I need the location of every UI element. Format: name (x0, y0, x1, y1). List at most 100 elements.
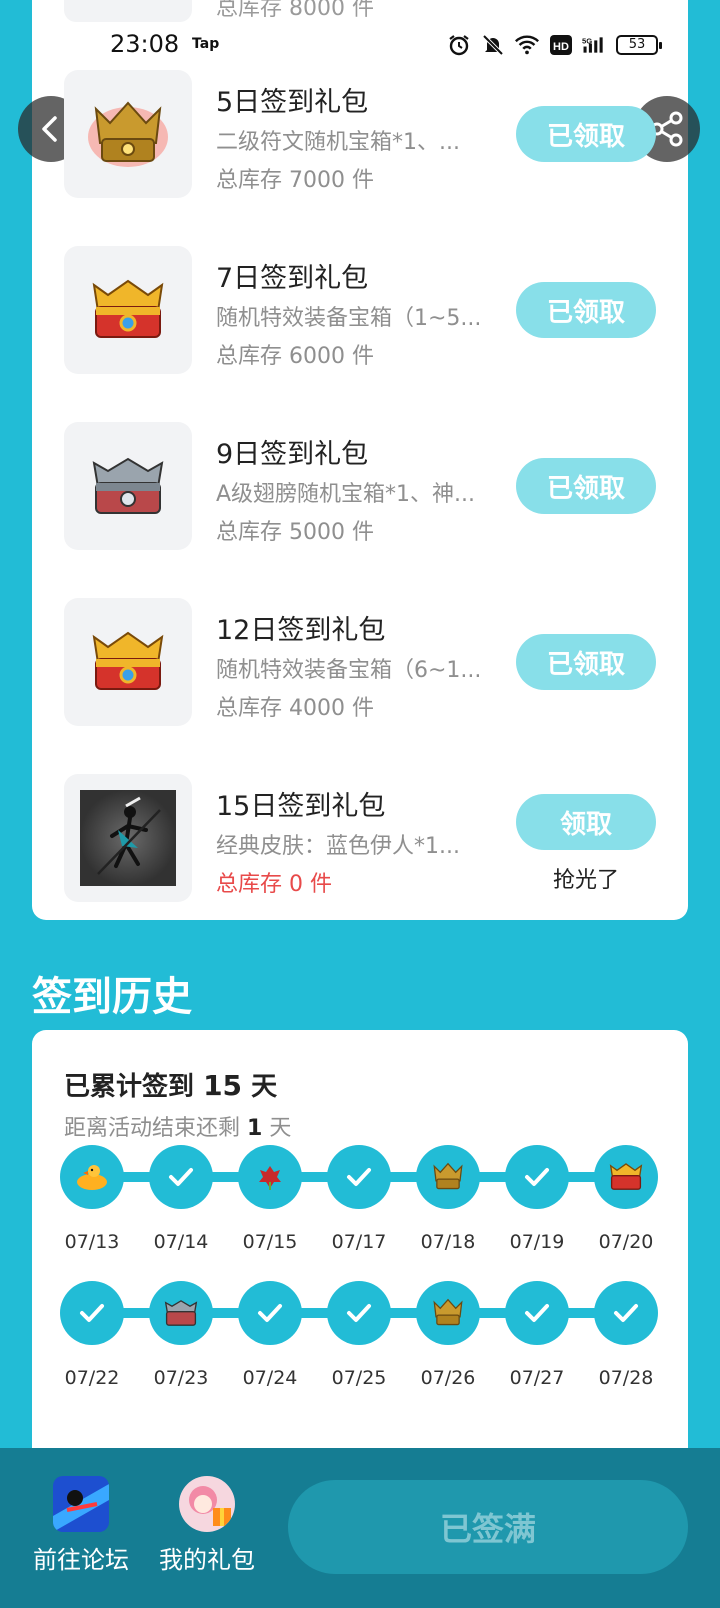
gift-stock: 总库存 7000 件 (216, 168, 374, 193)
stickman-skin-icon (80, 790, 176, 886)
day-marker (505, 1145, 569, 1209)
golden-crown-chest-icon (433, 1162, 463, 1190)
day-marker (60, 1145, 124, 1209)
day-date: 07/26 (420, 1367, 476, 1389)
day-marker (327, 1145, 391, 1209)
gift-stock: 总库存 5000 件 (216, 520, 374, 545)
gift-thumbnail (64, 598, 192, 726)
day-date: 07/27 (509, 1367, 565, 1389)
claimed-button[interactable]: 已领取 (516, 106, 656, 162)
history-day: 07/15 (238, 1145, 302, 1253)
day-date: 07/25 (331, 1367, 387, 1389)
day-date: 07/20 (598, 1231, 654, 1253)
day-date: 07/23 (153, 1367, 209, 1389)
total-suffix: 天 (251, 1072, 278, 1102)
gift-description: 二级符文随机宝箱*1、... (216, 130, 460, 155)
history-day: 07/22 (60, 1281, 124, 1389)
red-gold-chest-icon (92, 631, 164, 690)
status-time: 23:08 (110, 30, 180, 58)
silver-chest-icon (164, 1300, 198, 1326)
history-day: 07/17 (327, 1145, 391, 1253)
gift-description: A级翅膀随机宝箱*1、神... (216, 482, 476, 507)
gift-title: 9日签到礼包 (216, 439, 369, 470)
day-marker (149, 1281, 213, 1345)
gift-stock: 总库存 0 件 (216, 872, 332, 897)
svg-text:HD: HD (553, 41, 569, 53)
check-icon (347, 1304, 371, 1322)
gift-thumbnail (64, 246, 192, 374)
gift-stock: 总库存 8000 件 (216, 0, 374, 21)
forum-label: 前往论坛 (33, 1546, 129, 1574)
history-day: 07/24 (238, 1281, 302, 1389)
day-date: 07/24 (242, 1367, 298, 1389)
day-date: 07/28 (598, 1367, 654, 1389)
gift-description: 随机特效装备宝箱（1~5... (216, 306, 482, 331)
signed-full-button[interactable]: 已签满 (288, 1480, 688, 1574)
check-icon (258, 1304, 282, 1322)
tap-badge: Tap (192, 36, 220, 52)
remain-suffix: 天 (269, 1116, 292, 1141)
forum-button[interactable]: 前往论坛 (26, 1476, 136, 1575)
bottom-action-bar: 前往论坛 我的礼包 已签满 (0, 1448, 720, 1608)
day-marker (238, 1281, 302, 1345)
day-date: 07/13 (64, 1231, 120, 1253)
hd-icon: HD (548, 32, 574, 58)
silver-chest-icon (92, 457, 164, 514)
claimed-button[interactable]: 已领取 (516, 282, 656, 338)
day-date: 07/15 (242, 1231, 298, 1253)
gift-stock: 总库存 4000 件 (216, 696, 374, 721)
gift-thumbnail (64, 0, 192, 22)
gift-row: 12日签到礼包 随机特效装备宝箱（6~1... 总库存 4000 件 已领取 (64, 598, 664, 726)
day-marker (60, 1281, 124, 1345)
day-date: 07/19 (509, 1231, 565, 1253)
days-remaining: 距离活动结束还剩 1 天 (64, 1110, 291, 1142)
gift-row: 9日签到礼包 A级翅膀随机宝箱*1、神... 总库存 5000 件 已领取 (64, 422, 664, 550)
day-marker (416, 1145, 480, 1209)
my-gifts-button[interactable]: 我的礼包 (152, 1476, 262, 1575)
gift-title: 7日签到礼包 (216, 263, 369, 294)
day-date: 07/17 (331, 1231, 387, 1253)
check-icon (169, 1168, 193, 1186)
day-marker (149, 1145, 213, 1209)
gift-thumbnail (64, 70, 192, 198)
gift-description: 经典皮肤：蓝色伊人*1... (216, 834, 460, 859)
back-arrow-icon (42, 116, 57, 142)
golden-crown-chest-icon (88, 101, 168, 167)
claimed-button[interactable]: 已领取 (516, 458, 656, 514)
history-day: 07/14 (149, 1145, 213, 1253)
day-date: 07/18 (420, 1231, 476, 1253)
check-icon (525, 1168, 549, 1186)
red-gold-chest-icon (92, 279, 164, 338)
total-days: 15 (203, 1069, 243, 1102)
game-app-icon (53, 1476, 109, 1532)
gift-thumbnail (64, 774, 192, 902)
gift-title: 15日签到礼包 (216, 791, 386, 822)
remain-days: 1 (247, 1116, 263, 1141)
sold-out-label: 抢光了 (552, 868, 619, 893)
golden-crown-chest-icon (433, 1298, 463, 1326)
day-marker (416, 1281, 480, 1345)
gift-thumbnail (64, 422, 192, 550)
history-day: 07/23 (149, 1281, 213, 1389)
status-icons: HD 5G 53 (446, 32, 662, 58)
gift-row: 7日签到礼包 随机特效装备宝箱（1~5... 总库存 6000 件 已领取 (64, 246, 664, 374)
claimed-button[interactable]: 已领取 (516, 634, 656, 690)
day-marker (594, 1281, 658, 1345)
gift-title: 5日签到礼包 (216, 87, 369, 118)
gift-stock: 总库存 6000 件 (216, 344, 374, 369)
gift-title: 12日签到礼包 (216, 615, 386, 646)
day-date: 07/22 (64, 1367, 120, 1389)
history-day: 07/28 (594, 1281, 658, 1389)
check-icon (525, 1304, 549, 1322)
claim-button[interactable]: 领取 (516, 794, 656, 850)
gift-row: 5日签到礼包 二级符文随机宝箱*1、... 总库存 7000 件 已领取 (64, 70, 664, 198)
history-day: 07/26 (416, 1281, 480, 1389)
alarm-icon (446, 32, 472, 58)
day-marker (327, 1281, 391, 1345)
total-checkins: 已累计签到 15 天 (64, 1066, 277, 1103)
battery-icon: 53 (616, 35, 662, 55)
gift-row: 15日签到礼包 经典皮肤：蓝色伊人*1... 总库存 0 件 领取 抢光了 (64, 774, 664, 902)
mute-icon (480, 32, 506, 58)
day-marker (238, 1145, 302, 1209)
history-day: 07/20 (594, 1145, 658, 1253)
